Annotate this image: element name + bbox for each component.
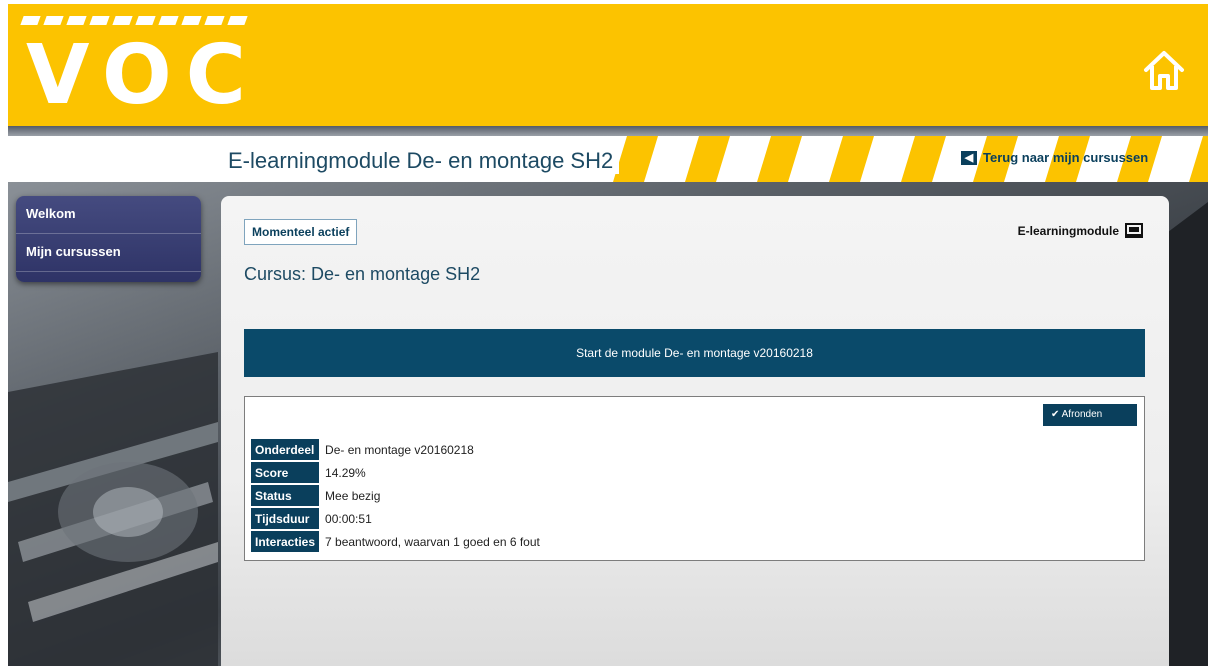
page-title: E-learningmodule De- en montage SH2 (228, 148, 620, 174)
logo-dashes (20, 16, 248, 25)
sidebar-menu: Welkom Mijn cursussen (16, 196, 201, 282)
progress-info-box: ✔ Afronden Onderdeel De- en montage v201… (244, 396, 1145, 561)
back-to-courses-link[interactable]: ◀ Terug naar mijn cursussen (961, 150, 1148, 165)
complete-button-label: Afronden (1061, 409, 1103, 420)
row-key: Score (251, 462, 320, 483)
main-panel: Momenteel actief E-learningmodule Cursus… (221, 196, 1169, 666)
row-value: Mee bezig (325, 488, 381, 503)
row-value: 00:00:51 (325, 511, 372, 526)
module-type-text: E-learningmodule (1017, 223, 1119, 238)
row-key: Interacties (251, 531, 320, 552)
arrow-left-icon: ◀ (961, 150, 977, 165)
title-bar: E-learningmodule De- en montage SH2 ◀ Te… (8, 136, 1208, 182)
complete-button[interactable]: ✔ Afronden (1043, 404, 1137, 426)
site-header: VOC (8, 4, 1208, 126)
row-key: Onderdeel (251, 439, 320, 460)
table-row: Tijdsduur 00:00:51 (251, 508, 540, 529)
course-title: Cursus: De- en montage SH2 (244, 264, 481, 284)
voc-logo[interactable]: VOC (26, 26, 260, 126)
row-key: Tijdsduur (251, 508, 320, 529)
row-value: De- en montage v20160218 (325, 442, 474, 457)
sidebar-item-mijn-cursussen[interactable]: Mijn cursussen (16, 234, 201, 272)
row-value: 7 beantwoord, waarvan 1 goed en 6 fout (325, 534, 540, 549)
header-divider (8, 126, 1208, 136)
table-row: Score 14.29% (251, 462, 540, 483)
table-row: Interacties 7 beantwoord, waarvan 1 goed… (251, 531, 540, 552)
module-icon (1125, 223, 1143, 238)
progress-table: Onderdeel De- en montage v20160218 Score… (251, 437, 540, 554)
home-icon[interactable] (1142, 48, 1186, 92)
sidebar-item-welkom[interactable]: Welkom (16, 196, 201, 234)
table-row: Status Mee bezig (251, 485, 540, 506)
start-module-button[interactable]: Start de module De- en montage v20160218 (244, 329, 1145, 377)
row-key: Status (251, 485, 320, 506)
status-badge: Momenteel actief (244, 219, 358, 245)
back-link-label: Terug naar mijn cursussen (983, 150, 1149, 165)
module-type-label: E-learningmodule (1018, 223, 1143, 238)
check-icon: ✔ (1051, 409, 1060, 420)
table-row: Onderdeel De- en montage v20160218 (251, 439, 540, 460)
row-value: 14.29% (325, 465, 366, 480)
